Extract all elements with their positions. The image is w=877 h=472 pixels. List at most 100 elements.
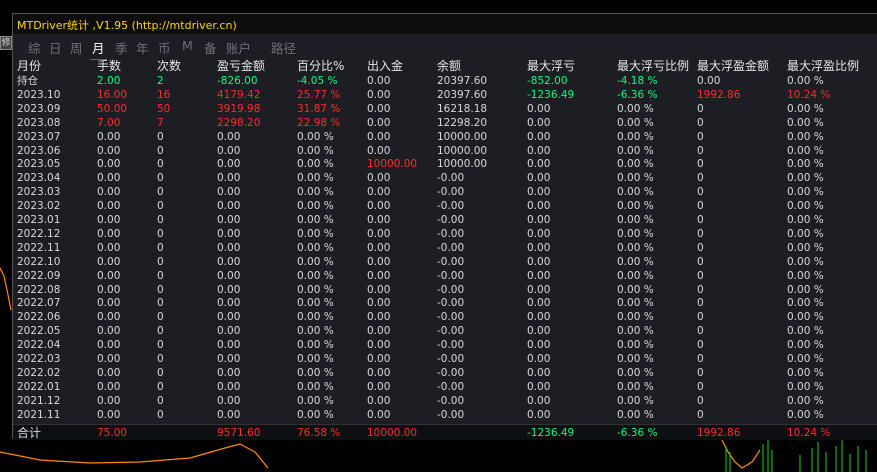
maxprofit-pct-cell: 0.00 % [787,102,824,115]
balance-cell: 20397.60 [437,75,488,87]
flow-cell: 0.00 [367,88,391,101]
column-header-0[interactable]: 月份 [17,59,41,73]
tab-6[interactable]: 币 [158,38,171,57]
tab-7[interactable]: M [182,38,193,53]
pl-cell: 0.00 [217,241,241,254]
pct-cell: 25.77 % [297,88,341,101]
pl-cell: 0.00 [217,297,241,310]
tab-2[interactable]: 周 [70,38,83,57]
maxprofit-cell: 1992.86 [697,88,741,101]
pl-cell: 0.00 [217,394,241,407]
column-header-1[interactable]: 手数 [97,59,121,73]
maxloss-pct-cell: 0.00 % [617,186,654,199]
month-cell: 2023.01 [17,214,61,226]
lots-cell: 0.00 [97,353,121,365]
pl-cell: -826.00 [217,75,258,87]
column-header-4[interactable]: 百分比% [297,59,344,73]
maxprofit-cell: 0 [697,353,704,365]
month-cell: 2023.10 [17,88,61,101]
lots-cell: 0.00 [97,394,121,407]
month-cell: 2023.04 [17,172,61,185]
tab-9[interactable]: 账户 [226,38,251,57]
count-cell: 0 [157,380,164,393]
column-header-7[interactable]: 最大浮亏 [527,59,575,73]
maxloss-cell: 0.00 [527,353,551,365]
column-header-9[interactable]: 最大浮盈金额 [697,59,769,73]
table-total-row: 合计 75.00 9571.60 76.58 % 10000.00 -1236.49 -6.… [13,424,877,440]
pct-cell: 0.00 % [297,186,334,199]
maxloss-cell: 0.00 [527,200,551,213]
maxloss-cell: -852.00 [527,75,568,87]
indicator-line-bottom [0,443,269,469]
lots-cell: 0.00 [97,214,121,226]
maxprofit-pct-cell: 0.00 % [787,214,824,226]
count-cell: 0 [157,227,164,240]
window-title: MTDriver统计 ,V1.95 (http://mtdriver.cn) [17,19,237,32]
lots-cell: 0.00 [97,311,121,324]
flow-cell: 0.00 [367,116,391,129]
maxloss-pct-cell: 0.00 % [617,116,654,129]
lots-cell: 0.00 [97,255,121,268]
maxloss-cell: 0.00 [527,408,551,421]
lots-cell: 0.00 [97,200,121,213]
maxprofit-pct-cell: 0.00 % [787,353,824,365]
pct-cell: 22.98 % [297,116,341,129]
tab-1[interactable]: 日 [49,38,62,57]
column-header-5[interactable]: 出入金 [367,59,403,73]
side-button[interactable]: 修 [0,36,12,50]
month-cell: 2022.08 [17,283,61,296]
indicator-line-right [721,439,761,469]
flow-cell: 0.00 [367,144,391,157]
month-cell: 2021.11 [17,408,61,421]
maxloss-pct-cell: 0.00 % [617,172,654,185]
column-header-8[interactable]: 最大浮亏比例 [617,59,689,73]
tab-10[interactable]: 路径 [271,38,296,57]
maxloss-pct-cell: 0.00 % [617,158,654,171]
balance-cell: -0.00 [437,172,465,185]
table-row: 2023.08 7.00 7 2298.20 22.98 % 0.00 12298.20 0.… [13,116,877,130]
lots-cell: 0.00 [97,380,121,393]
month-cell: 2022.02 [17,366,61,379]
pct-cell: 0.00 % [297,311,334,324]
column-header-10[interactable]: 最大浮盈比例 [787,59,859,73]
column-header-6[interactable]: 余额 [437,59,461,73]
month-cell: 2022.07 [17,297,61,310]
maxloss-pct-cell: 0.00 % [617,366,654,379]
maxloss-pct-cell: 0.00 % [617,144,654,157]
tab-3[interactable]: 月 [90,38,106,60]
table-row: 2023.10 16.00 16 4179.42 25.77 % 0.00 20397.60… [13,88,877,102]
flow-cell: 0.00 [367,102,391,115]
maxprofit-cell: 0 [697,214,704,226]
maxprofit-cell: 0 [697,366,704,379]
flow-cell: 0.00 [367,353,391,365]
pct-cell: 0.00 % [297,269,334,282]
lots-cell: 0.00 [97,366,121,379]
pct-cell: 0.00 % [297,130,334,143]
table-row: 2022.05 0.00 0 0.00 0.00 % 0.00 -0.00 0.00 0.00 … [13,324,877,338]
column-header-2[interactable]: 次数 [157,59,181,73]
maxprofit-cell: 0 [697,255,704,268]
count-cell: 7 [157,116,164,129]
tab-4[interactable]: 季 [115,38,128,57]
maxprofit-pct-cell: 0.00 % [787,394,824,407]
tab-0[interactable]: 综 [28,38,41,57]
count-cell: 0 [157,186,164,199]
pl-cell: 0.00 [217,214,241,226]
maxprofit-cell: 0 [697,380,704,393]
pct-cell: 0.00 % [297,297,334,310]
pl-cell: 0.00 [217,353,241,365]
maxloss-pct-cell: 0.00 % [617,394,654,407]
pl-cell: 3919.98 [217,102,261,115]
count-cell: 0 [157,130,164,143]
pct-cell: -4.05 % [297,75,338,87]
pct-cell: 0.00 % [297,366,334,379]
pl-cell: 0.00 [217,172,241,185]
tab-8[interactable]: 备 [204,38,217,57]
total-label: 合计 [17,426,42,440]
pct-cell: 0.00 % [297,255,334,268]
maxprofit-pct-cell: 0.00 % [787,241,824,254]
pct-cell: 0.00 % [297,200,334,213]
tab-5[interactable]: 年 [136,38,149,57]
count-cell: 0 [157,172,164,185]
column-header-3[interactable]: 盈亏金额 [217,59,265,73]
